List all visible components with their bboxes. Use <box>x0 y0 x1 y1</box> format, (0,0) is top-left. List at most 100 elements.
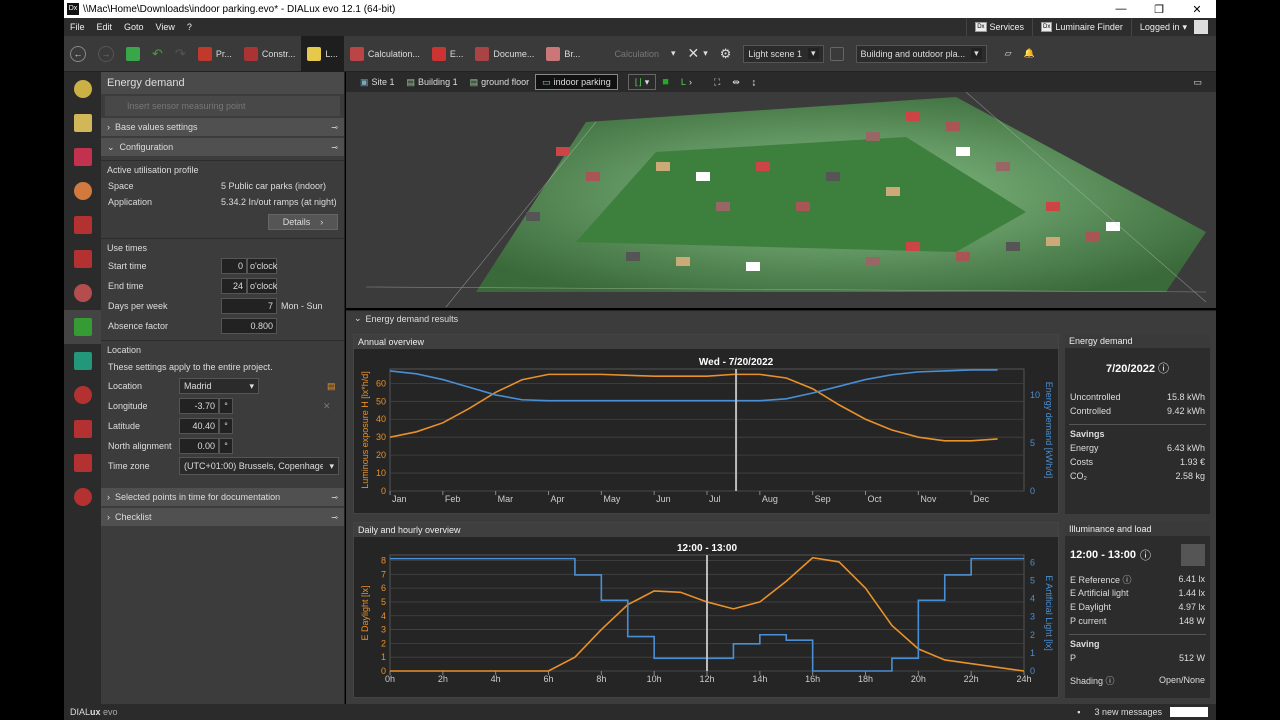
notification-button[interactable]: 🔔 <box>1018 36 1041 72</box>
menu-edit[interactable]: Edit <box>91 22 119 32</box>
breadcrumb-label: indoor parking <box>553 77 611 87</box>
lamp-tool-button[interactable] <box>64 72 101 106</box>
section-configuration[interactable]: ⌄ Configuration ⊸ <box>101 138 344 156</box>
eday-value: 4.97 lx <box>1178 602 1205 612</box>
section-base-values[interactable]: › Base values settings ⊸ <box>101 118 344 136</box>
floorplan-view-button[interactable]: ⌊⌋ ▾ <box>627 74 657 90</box>
services-button[interactable]: Dx Services <box>966 18 1032 36</box>
measure-button[interactable]: ⇹ <box>726 74 746 90</box>
time-zone-select[interactable]: (UTC+01:00) Brussels, Copenhagen ▾ <box>179 457 339 475</box>
menu-view[interactable]: View <box>150 22 181 32</box>
close-button[interactable]: ✕ <box>1178 3 1216 16</box>
annual-chart[interactable]: 0 10 20 30 40 50 60 0 5 10 Jan Feb Mar Apr May Jun Jul Au… <box>354 349 1058 513</box>
car-model <box>906 242 920 251</box>
tab-label: Constr... <box>261 48 296 59</box>
breadcrumb-room[interactable]: ▭ indoor parking <box>535 74 618 90</box>
document-icon[interactable]: ▤ <box>327 381 336 392</box>
scene-edit-button[interactable] <box>824 36 850 72</box>
daily-chart[interactable]: 01234567801234560h 2h 4h 6h 8h 10h 12h 14h 16h 18… <box>354 537 1058 697</box>
details-button[interactable]: Details › <box>268 214 338 230</box>
redo-button[interactable]: ↷ <box>169 36 192 72</box>
plane-button[interactable]: ▱ <box>999 36 1018 72</box>
monitor-button[interactable]: ▭ <box>1187 74 1208 90</box>
tab-browser[interactable]: Br... <box>540 36 586 72</box>
save-button[interactable] <box>120 36 146 72</box>
pin-icon[interactable]: ⊸ <box>331 493 338 502</box>
x-tick-label: 10h <box>647 674 662 684</box>
info-icon[interactable]: ⓘ <box>1158 363 1169 375</box>
height-button[interactable]: ↨ <box>746 74 763 90</box>
split-tool-button[interactable] <box>64 412 101 446</box>
pin-icon[interactable]: ⊸ <box>331 513 338 522</box>
results-header[interactable]: ⌄ Energy demand results <box>346 310 1216 326</box>
info-icon[interactable]: ⓘ <box>1140 547 1151 563</box>
back-button[interactable]: ← <box>64 36 92 72</box>
menu-help[interactable]: ? <box>181 22 198 32</box>
wall-view-button[interactable]: L › <box>675 74 698 90</box>
bulb-tool-button[interactable] <box>64 106 101 140</box>
logged-in-menu[interactable]: Logged in ▾ <box>1130 18 1216 36</box>
tab-construction[interactable]: Constr... <box>238 36 302 72</box>
tab-project[interactable]: Pr... <box>192 36 238 72</box>
leaf-tool-button[interactable] <box>64 310 101 344</box>
pin-icon[interactable]: ⊸ <box>331 123 338 132</box>
magnet-tool-button[interactable] <box>64 140 101 174</box>
3d-viewport[interactable] <box>346 92 1216 308</box>
north-alignment-input[interactable]: 0.00 <box>179 438 219 454</box>
luminaire-finder-button[interactable]: Dx Luminaire Finder <box>1032 18 1131 36</box>
delete-button[interactable]: ✕ ▾ <box>682 36 714 72</box>
text-tool-button[interactable] <box>64 378 101 412</box>
room-preview-icon[interactable] <box>1181 544 1205 566</box>
location-note: These settings apply to the entire proje… <box>108 362 273 372</box>
ramp-tool-button[interactable] <box>64 208 101 242</box>
absence-factor-input[interactable]: 0.800 <box>221 318 277 334</box>
minimize-button[interactable]: — <box>1102 3 1140 16</box>
tab-light[interactable]: L... <box>301 35 344 72</box>
car-model <box>1106 222 1120 231</box>
tab-calculation[interactable]: Calculation... <box>344 36 426 72</box>
maximize-button[interactable]: ❐ <box>1140 3 1178 16</box>
days-per-week-input[interactable]: 7 <box>221 298 277 314</box>
tab-documentation[interactable]: Docume... <box>469 36 540 72</box>
light-scene-select[interactable]: Light scene 1 ▾ <box>743 44 824 63</box>
wrench-tool-button[interactable] <box>64 276 101 310</box>
start-time-input[interactable]: 0 <box>221 258 247 274</box>
color-tool-button[interactable] <box>64 174 101 208</box>
calc-options-button[interactable]: ▾ <box>665 36 682 72</box>
display-tool-button[interactable] <box>64 344 101 378</box>
x-tick-label: Mar <box>498 494 514 504</box>
section-selected-points[interactable]: › Selected points in time for documentati… <box>101 488 344 506</box>
tab-export[interactable]: E... <box>426 36 470 72</box>
breadcrumb-site[interactable]: ▣ Site 1 <box>354 74 401 90</box>
forward-button[interactable]: → <box>92 36 120 72</box>
fit-view-button[interactable]: ⛶ <box>708 74 726 90</box>
x-tick-label: 24h <box>1016 674 1031 684</box>
longitude-input[interactable]: -3.70 <box>179 398 219 414</box>
breadcrumb-building[interactable]: ▤ Building 1 <box>401 74 464 90</box>
latitude-input[interactable]: 40.40 <box>179 418 219 434</box>
logged-in-label: Logged in <box>1139 22 1180 32</box>
clear-icon[interactable]: ✕ <box>323 401 331 412</box>
energy-value: 6.43 kWh <box>1166 443 1205 453</box>
solid-view-button[interactable]: ■ <box>656 74 675 90</box>
costs-label: Costs <box>1070 457 1094 467</box>
section-checklist[interactable]: › Checklist ⊸ <box>101 508 344 526</box>
undo-button[interactable]: ↶ <box>146 36 169 72</box>
menu-file[interactable]: File <box>64 22 91 32</box>
info-icon[interactable]: ⓘ <box>1123 575 1132 585</box>
sensor-insert-button[interactable]: Insert sensor measuring point <box>105 96 340 116</box>
end-time-input[interactable]: 24 <box>221 278 247 294</box>
calculation-button[interactable]: Calculation <box>608 36 665 72</box>
menu-goto[interactable]: Goto <box>118 22 150 32</box>
pin-icon[interactable]: ⊸ <box>331 143 338 152</box>
floor-tool-button[interactable] <box>64 242 101 276</box>
location-select[interactable]: Madrid ▾ <box>179 378 259 394</box>
rectangle-tool-button[interactable] <box>64 446 101 480</box>
tree-tool-button[interactable] <box>64 480 101 514</box>
chevron-down-icon: ▾ <box>249 380 254 391</box>
settings-button[interactable]: ⚙ <box>714 36 738 72</box>
view-select[interactable]: Building and outdoor pla... ▾ <box>855 44 987 63</box>
info-icon[interactable]: ⓘ <box>1106 676 1115 686</box>
messages-link[interactable]: 3 new messages <box>1094 707 1162 717</box>
breadcrumb-floor[interactable]: ▤ ground floor <box>464 74 536 90</box>
